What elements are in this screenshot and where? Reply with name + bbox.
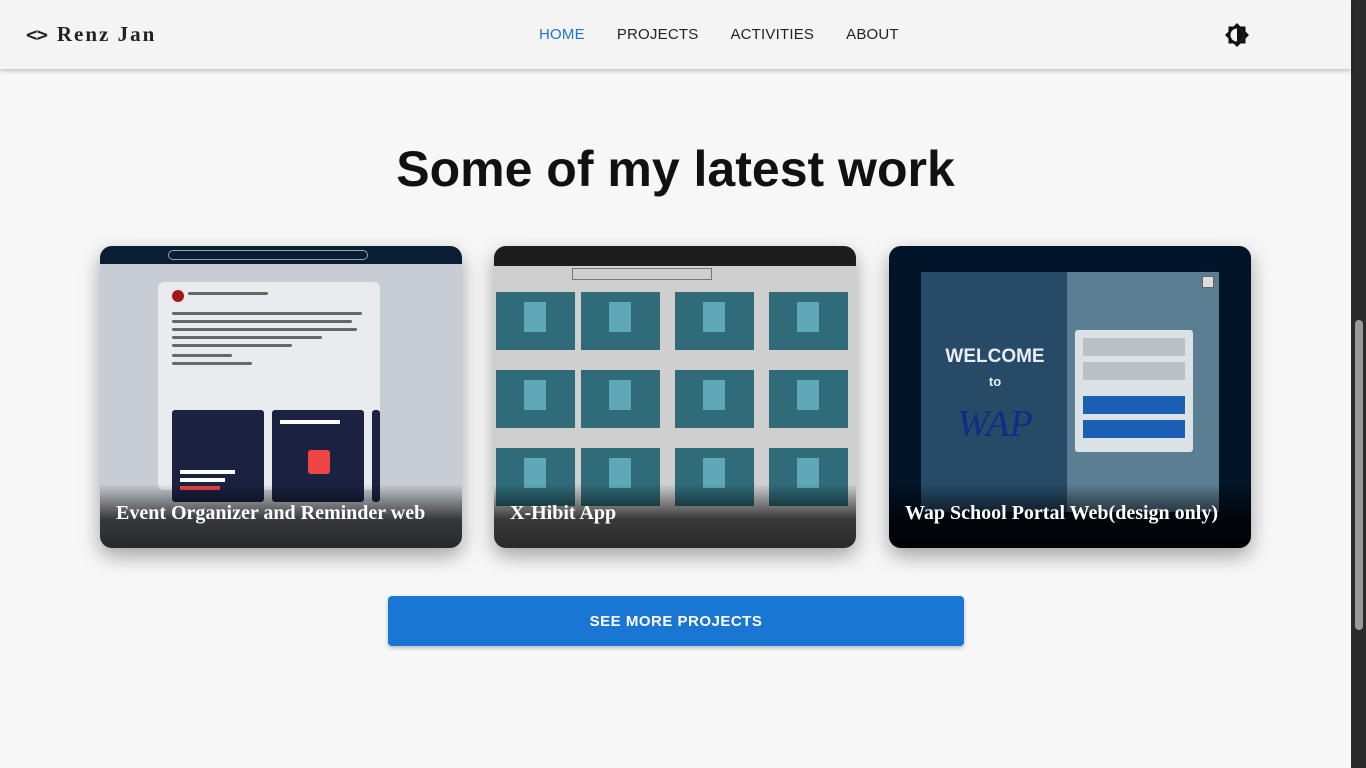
project-card-wap-portal[interactable]: WELCOME to WAP Wap School Portal Web(des… [889,246,1251,548]
project-title: X-Hibit App [510,502,617,524]
welcome-text: WELCOME [945,346,1045,367]
close-icon [1202,276,1214,288]
page-scrollbar[interactable] [1351,0,1366,768]
project-title: Event Organizer and Reminder web [116,502,426,524]
project-title: Wap School Portal Web(design only) [905,502,1219,524]
project-card-x-hibit[interactable]: X-Hibit App [494,246,856,548]
scrollbar-thumb[interactable] [1355,320,1363,630]
nav-about[interactable]: ABOUT [830,26,915,43]
nav-projects[interactable]: PROJECTS [601,26,715,43]
project-card-event-organizer[interactable]: Event Organizer and Reminder web [100,246,462,548]
section-heading: Some of my latest work [396,141,955,197]
top-navbar: <> Renz Jan HOME PROJECTS ACTIVITIES ABO… [0,0,1351,69]
brightness-icon [1225,23,1249,47]
theme-toggle-button[interactable] [1223,21,1251,49]
brand-name: Renz Jan [56,22,157,46]
nav-home[interactable]: HOME [523,26,601,43]
code-brackets-icon: <> [26,23,48,46]
main-nav: HOME PROJECTS ACTIVITIES ABOUT [523,0,915,69]
see-more-projects-button[interactable]: SEE MORE PROJECTS [388,596,964,646]
brand[interactable]: <> Renz Jan [26,22,156,47]
welcome-to-text: to [988,374,1002,389]
nav-activities[interactable]: ACTIVITIES [714,26,830,43]
wap-logo-text: WAP [957,403,1033,445]
